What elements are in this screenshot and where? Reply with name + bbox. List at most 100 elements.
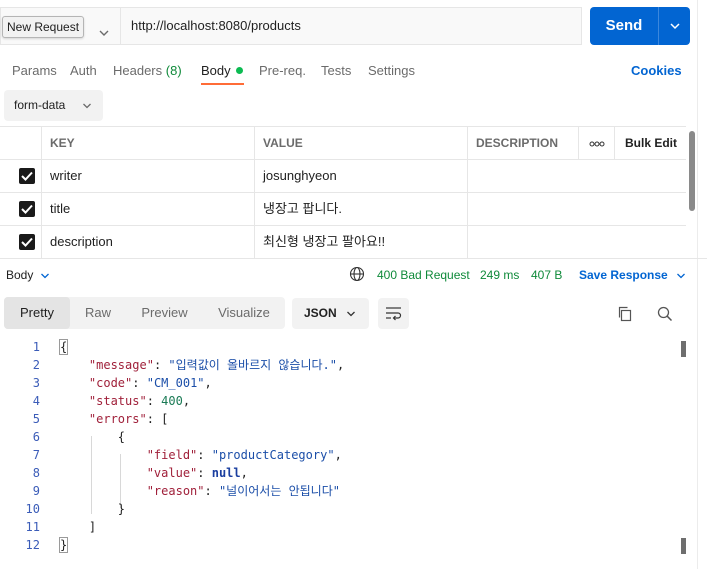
chevron-down-icon bbox=[347, 311, 355, 317]
code-text: "field": "productCategory", bbox=[146, 448, 342, 462]
response-bar: Body 400 Bad Request 249 ms 407 B Save R… bbox=[0, 258, 707, 290]
line-number: 5 bbox=[32, 412, 40, 426]
header-checkbox-col bbox=[0, 127, 41, 160]
description-cell[interactable] bbox=[467, 160, 686, 193]
json-string: "productCategory" bbox=[211, 448, 335, 462]
send-button[interactable]: Send bbox=[590, 7, 658, 45]
active-tab-underline bbox=[201, 83, 244, 85]
key-cell[interactable]: title bbox=[41, 193, 254, 226]
cookies-link[interactable]: Cookies bbox=[631, 63, 682, 78]
url-input[interactable]: http://localhost:8080/products bbox=[120, 7, 582, 45]
globe-icon[interactable] bbox=[349, 266, 365, 282]
save-response-button[interactable]: Save Response bbox=[579, 268, 685, 282]
row-checkbox[interactable] bbox=[19, 234, 35, 250]
column-header-key: KEY bbox=[41, 127, 254, 160]
tab-body[interactable]: Body bbox=[201, 63, 243, 78]
tab-visualize[interactable]: Visualize bbox=[203, 297, 285, 329]
code-line: 5 "errors": [ bbox=[0, 410, 690, 428]
line-number: 6 bbox=[32, 430, 40, 444]
code-line: 12} bbox=[0, 536, 690, 554]
response-section-label: Body bbox=[6, 268, 34, 282]
table-scrollbar[interactable] bbox=[689, 131, 695, 211]
json-key: "errors" bbox=[88, 412, 147, 426]
response-time[interactable]: 249 ms bbox=[480, 268, 519, 282]
response-body-viewer[interactable]: 1{ 2 "message": "입력값이 올바르지 않습니다.", 3 "co… bbox=[0, 338, 690, 560]
tab-auth[interactable]: Auth bbox=[70, 63, 97, 78]
checkmark-icon bbox=[21, 237, 33, 247]
tab-settings[interactable]: Settings bbox=[368, 63, 415, 78]
json-key: "code" bbox=[88, 376, 133, 390]
code-line: 8 "value": null, bbox=[0, 464, 690, 482]
json-key: "reason" bbox=[146, 484, 205, 498]
code-scrollbar-bottom[interactable] bbox=[681, 538, 686, 554]
line-number: 4 bbox=[32, 394, 40, 408]
code-text: } bbox=[58, 536, 69, 554]
row-checkbox[interactable] bbox=[19, 201, 35, 217]
format-label: JSON bbox=[304, 306, 337, 320]
tab-pretty[interactable]: Pretty bbox=[4, 297, 70, 329]
row-checkbox-cell bbox=[0, 226, 41, 259]
code-text: { bbox=[58, 338, 69, 356]
code-scrollbar-top[interactable] bbox=[681, 341, 686, 357]
bulk-edit-button[interactable]: Bulk Edit bbox=[614, 127, 686, 160]
value-cell[interactable]: 최신형 냉장고 팔아요!! bbox=[254, 226, 467, 259]
json-key: "value" bbox=[146, 466, 198, 480]
line-number: 9 bbox=[32, 484, 40, 498]
tab-raw[interactable]: Raw bbox=[70, 297, 126, 329]
line-number: 12 bbox=[25, 538, 40, 552]
line-number: 1 bbox=[32, 340, 40, 354]
line-number: 2 bbox=[32, 358, 40, 372]
response-section-toggle[interactable]: Body bbox=[6, 268, 49, 282]
json-key: "message" bbox=[88, 358, 154, 372]
chevron-down-icon bbox=[99, 30, 109, 36]
search-icon[interactable] bbox=[657, 306, 673, 322]
tab-body-label: Body bbox=[201, 63, 231, 78]
send-options-button[interactable] bbox=[658, 7, 690, 45]
tab-preview[interactable]: Preview bbox=[126, 297, 203, 329]
code-line: 1{ bbox=[0, 338, 690, 356]
word-wrap-button[interactable] bbox=[378, 298, 409, 329]
table-row: title 냉장고 팝니다. bbox=[0, 193, 686, 226]
code-text: "reason": "널이어서는 안됩니다" bbox=[146, 484, 340, 498]
line-number: 11 bbox=[25, 520, 40, 534]
tab-prereq[interactable]: Pre-req. bbox=[259, 63, 306, 78]
chevron-down-icon bbox=[83, 103, 91, 109]
body-type-dropdown[interactable]: form-data bbox=[4, 90, 103, 121]
more-options-button[interactable] bbox=[578, 127, 614, 160]
code-line: 4 "status": 400, bbox=[0, 392, 690, 410]
value-cell[interactable]: josunghyeon bbox=[254, 160, 467, 193]
key-cell[interactable]: description bbox=[41, 226, 254, 259]
format-dropdown[interactable]: JSON bbox=[292, 298, 369, 329]
tab-headers[interactable]: Headers (8) bbox=[113, 63, 182, 78]
line-number: 3 bbox=[32, 376, 40, 390]
line-number: 8 bbox=[32, 466, 40, 480]
request-tabs: Params Auth Headers (8) Body Pre-req. Te… bbox=[0, 56, 707, 88]
response-size[interactable]: 407 B bbox=[531, 268, 562, 282]
row-checkbox[interactable] bbox=[19, 168, 35, 184]
body-active-dot bbox=[235, 67, 243, 74]
key-cell[interactable]: writer bbox=[41, 160, 254, 193]
json-string: "입력값이 올바르지 않습니다." bbox=[168, 358, 337, 372]
json-key: "status" bbox=[88, 394, 147, 408]
value-cell[interactable]: 냉장고 팝니다. bbox=[254, 193, 467, 226]
description-cell[interactable] bbox=[467, 226, 686, 259]
new-request-tooltip: New Request bbox=[2, 16, 85, 38]
column-header-description: DESCRIPTION bbox=[467, 127, 578, 160]
tab-tests[interactable]: Tests bbox=[321, 63, 351, 78]
description-cell[interactable] bbox=[467, 193, 686, 226]
table-header-row: KEY VALUE DESCRIPTION Bulk Edit bbox=[0, 127, 686, 160]
code-text: "message": "입력값이 올바르지 않습니다.", bbox=[88, 358, 345, 372]
url-bar-row: New Request http://localhost:8080/produc… bbox=[0, 0, 707, 52]
code-line: 10 } bbox=[0, 500, 690, 518]
status-code[interactable]: 400 Bad Request bbox=[377, 268, 470, 282]
response-view-tabs: Pretty Raw Preview Visualize bbox=[4, 297, 285, 329]
code-text: "status": 400, bbox=[88, 394, 191, 408]
row-checkbox-cell bbox=[0, 160, 41, 193]
code-text: "value": null, bbox=[146, 466, 248, 480]
matched-brace: } bbox=[58, 537, 69, 553]
chevron-down-icon bbox=[677, 273, 685, 279]
more-horizontal-icon bbox=[589, 141, 604, 147]
copy-icon[interactable] bbox=[617, 306, 633, 322]
code-text: "errors": [ bbox=[88, 412, 169, 426]
tab-params[interactable]: Params bbox=[12, 63, 57, 78]
